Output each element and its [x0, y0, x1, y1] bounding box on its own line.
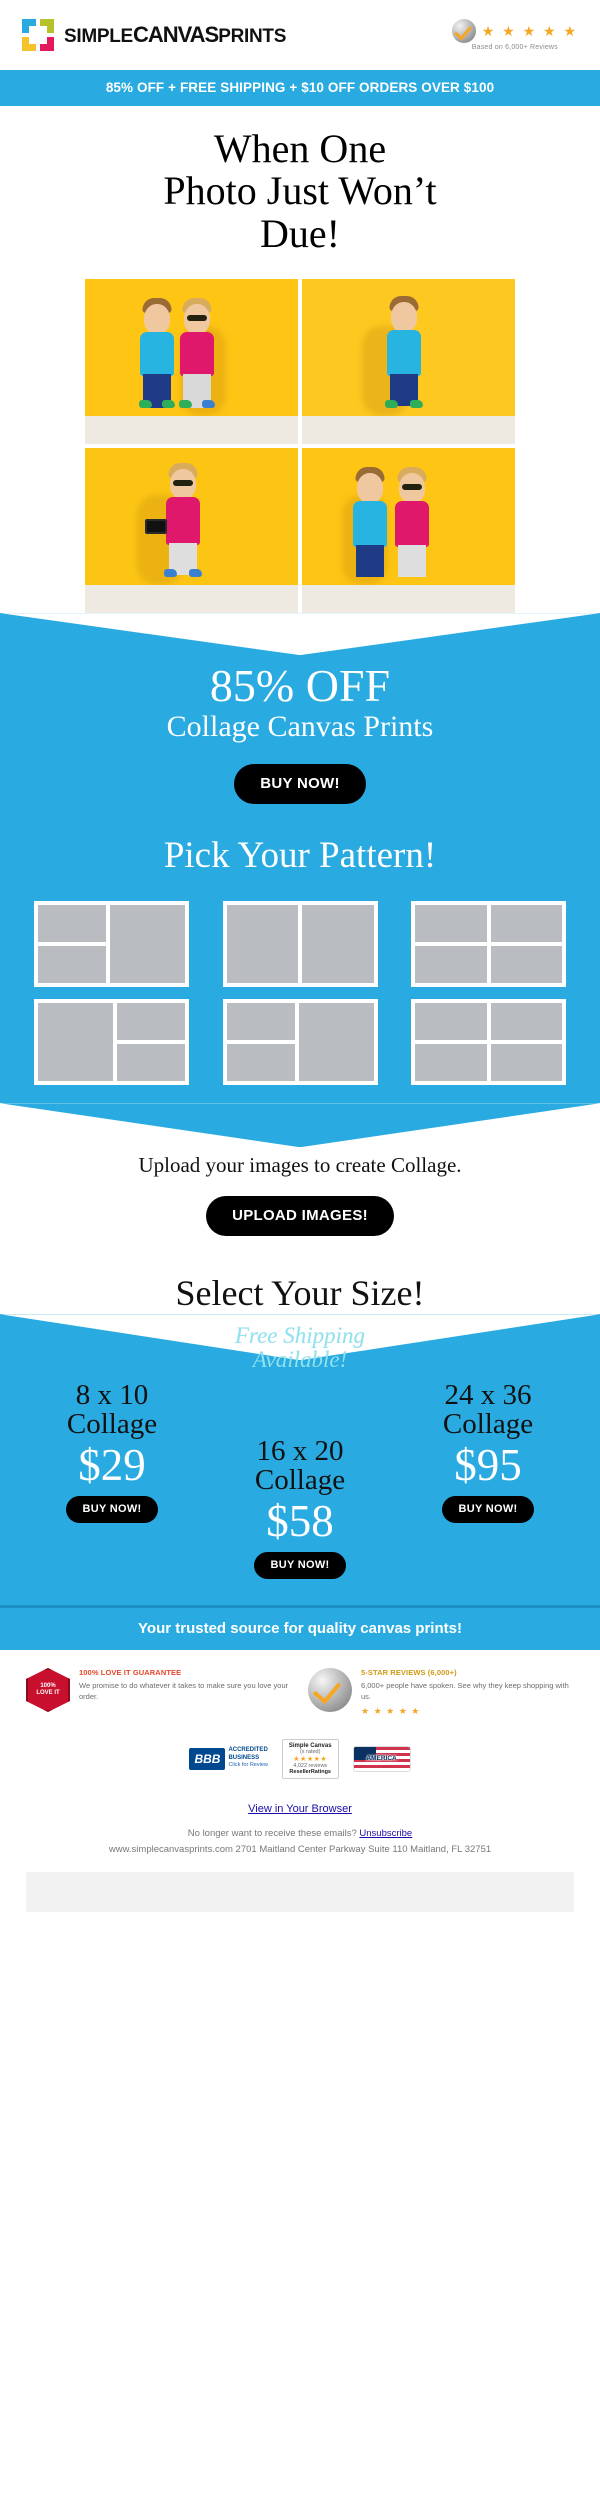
reseller-title: Simple Canvas [288, 1742, 332, 1749]
buy-now-button-16x20[interactable]: BUY NOW! [254, 1552, 346, 1580]
size-option-24x36[interactable]: 24 x 36 Collage $95 BUY NOW! [404, 1378, 572, 1524]
bbb-click-link[interactable]: Click for Review [228, 1762, 267, 1768]
size-section: Free Shipping Available! 8 x 10 Collage … [0, 1314, 600, 1606]
bbb-badge[interactable]: BBB ACCREDITED BUSINESS Click for Review [189, 1746, 268, 1770]
four-square-logo-icon [22, 19, 54, 51]
hero-title-line1: When One [213, 126, 387, 171]
tablet-icon [145, 519, 167, 535]
offer-headline: 85% OFF [209, 660, 391, 712]
upload-images-button[interactable]: UPLOAD IMAGES! [206, 1196, 394, 1237]
upload-instructions: Upload your images to create Collage. [138, 1153, 462, 1178]
size-label: 24 x 36 [444, 1378, 532, 1411]
seal-line1: 100% [40, 1683, 56, 1690]
reviews-title: 5-STAR REVIEWS (6,000+) [361, 1668, 457, 1678]
pick-pattern-title: Pick Your Pattern! [163, 835, 437, 877]
hero-section: When One Photo Just Won’t Due! [0, 106, 600, 614]
email-header: SIMPLECANVASPRINTS ★ ★ ★ ★ ★ Based on 6,… [0, 0, 600, 70]
brand-logo[interactable]: SIMPLECANVASPRINTS [22, 19, 286, 51]
collage-photo-2 [302, 279, 515, 445]
size-label: 16 x 20 [256, 1434, 344, 1467]
reseller-count: 4,022 reviews [293, 1762, 328, 1769]
buy-now-button-hero[interactable]: BUY NOW! [234, 764, 366, 805]
free-shipping-line2: Available! [252, 1347, 348, 1373]
free-shipping-note: Free Shipping Available! [0, 1322, 600, 1372]
size-options: 8 x 10 Collage $29 BUY NOW! 16 x 20 Coll… [0, 1373, 600, 1580]
footer-reviews-block: 5-STAR REVIEWS (6,000+) 6,000+ people ha… [308, 1668, 574, 1717]
pattern-3-quad-grid[interactable] [411, 901, 566, 988]
guarantee-body: We promise to do whatever it takes to ma… [79, 1681, 289, 1702]
upload-section: Upload your images to create Collage. UP… [0, 1103, 600, 1315]
brand-wordmark: SIMPLECANVASPRINTS [64, 22, 286, 48]
pattern-4-left-tall-right-split[interactable] [34, 999, 189, 1086]
pattern-1-left-split-right-tall[interactable] [34, 901, 189, 988]
reviews-body: 6,000+ people have spoken. See why they … [361, 1681, 569, 1702]
collage-photo-4 [302, 448, 515, 614]
pattern-2-two-tall-columns[interactable] [222, 901, 378, 988]
brand-name-part1: SIMPLE [64, 26, 133, 47]
reseller-stars: ★★★★★ [293, 1755, 328, 1763]
size-price: $58 [266, 1495, 334, 1546]
hero-collage[interactable] [0, 255, 600, 614]
reseller-ratings-badge[interactable]: Simple Canvas (x rated) ★★★★★ 4,022 revi… [281, 1738, 339, 1779]
buy-now-button-24x36[interactable]: BUY NOW! [442, 1496, 534, 1524]
size-product: Collage [66, 1407, 158, 1440]
view-in-browser[interactable]: View in Your Browser [26, 1799, 574, 1817]
chevron-divider-up [0, 1103, 600, 1148]
bbb-line2: BUSINESS [228, 1754, 260, 1761]
buy-now-button-8x10[interactable]: BUY NOW! [66, 1496, 158, 1524]
seal-line2: LOVE IT [36, 1690, 60, 1697]
bbb-mark: BBB [189, 1747, 226, 1770]
footer-spacer [26, 1871, 574, 1912]
badge-stars: ★ ★ ★ ★ ★ [481, 23, 578, 39]
footer-guarantee-block: 100% LOVE IT 100% LOVE IT GUARANTEE We p… [26, 1668, 292, 1717]
guarantee-title: 100% LOVE IT GUARANTEE [79, 1668, 182, 1678]
reviews-stars: ★ ★ ★ ★ ★ [361, 1705, 421, 1716]
unsubscribe-prefix: No longer want to receive these emails? [187, 1827, 360, 1839]
pattern-grid [0, 877, 600, 1086]
offer-block: 85% OFF Collage Canvas Prints BUY NOW! [0, 655, 600, 805]
free-shipping-line1: Free Shipping [234, 1323, 366, 1349]
reseller-brand: ResellerRatings [289, 1768, 331, 1775]
bbb-line1: ACCREDITED [228, 1746, 268, 1753]
hero-title-line3: Due! [260, 210, 340, 256]
check-seal-icon [451, 19, 476, 43]
collage-photo-1 [85, 279, 298, 445]
brand-name-part3: PRINTS [218, 26, 287, 47]
size-label: 8 x 10 [75, 1378, 149, 1411]
made-in-america-badge: AMERICA [352, 1745, 411, 1772]
size-price: $29 [78, 1439, 146, 1490]
page-title: When One Photo Just Won’t Due! [0, 126, 600, 256]
company-address: www.simplecanvasprints.com 2701 Maitland… [108, 1843, 492, 1855]
trust-bar: Your trusted source for quality canvas p… [0, 1605, 600, 1651]
love-it-guarantee-seal-icon: 100% LOVE IT [26, 1668, 70, 1713]
badge-caption: Based on 6,000+ Reviews [471, 44, 558, 51]
collage-photo-3 [85, 448, 298, 614]
unsubscribe-link[interactable]: Unsubscribe [359, 1828, 412, 1839]
size-product: Collage [442, 1407, 534, 1440]
size-price: $95 [454, 1439, 522, 1490]
view-in-browser-link[interactable]: View in Your Browser [248, 1803, 352, 1815]
size-product: Collage [254, 1463, 346, 1496]
size-option-16x20[interactable]: 16 x 20 Collage $58 BUY NOW! [216, 1434, 384, 1580]
select-size-title: Select Your Size! [175, 1273, 425, 1314]
offer-band: 85% OFF Collage Canvas Prints BUY NOW! P… [0, 613, 600, 1104]
promo-bar: 85% OFF + FREE SHIPPING + $10 OFF ORDERS… [0, 70, 600, 106]
offer-subhead: Collage Canvas Prints [166, 709, 434, 743]
footer-trust-badges: BBB ACCREDITED BUSINESS Click for Review… [26, 1738, 574, 1779]
footer-fineprint: No longer want to receive these emails? … [26, 1826, 574, 1858]
email-page: SIMPLECANVASPRINTS ★ ★ ★ ★ ★ Based on 6,… [0, 0, 600, 1912]
brand-name-part2: CANVAS [132, 22, 219, 47]
check-seal-icon [308, 1668, 352, 1713]
review-badge[interactable]: ★ ★ ★ ★ ★ Based on 6,000+ Reviews [451, 19, 578, 51]
email-footer: 100% LOVE IT 100% LOVE IT GUARANTEE We p… [0, 1650, 600, 1912]
size-option-8x10[interactable]: 8 x 10 Collage $29 BUY NOW! [28, 1378, 196, 1524]
hero-title-line2: Photo Just Won’t [163, 168, 437, 214]
america-label: AMERICA [366, 1755, 397, 1763]
chevron-divider-top [0, 613, 600, 656]
pattern-5-left-split-right-tall[interactable] [222, 999, 378, 1086]
pattern-6-quad-grid-wide[interactable] [411, 999, 566, 1086]
